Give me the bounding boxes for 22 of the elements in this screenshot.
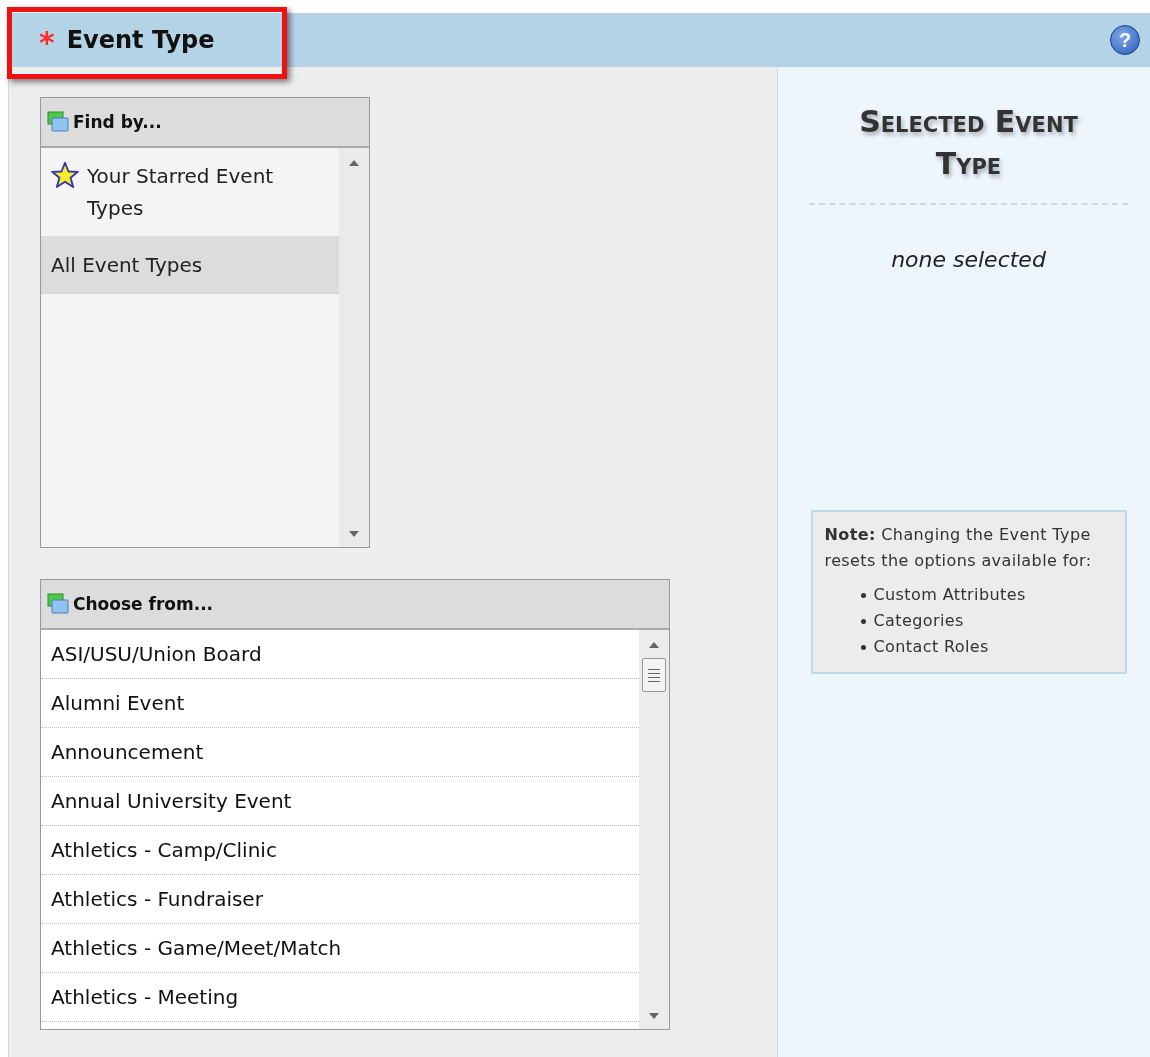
scroll-down-icon[interactable]	[649, 1013, 659, 1019]
scroll-thumb[interactable]	[642, 658, 666, 692]
filter-item[interactable]: All Event Types	[41, 237, 339, 294]
note-item: Custom Attributes	[873, 584, 1026, 606]
note-text: Note: Changing the Event Type resets the options available for:	[824, 524, 1093, 572]
selection-value: none selected	[891, 247, 1046, 272]
bullet-dot	[860, 618, 866, 624]
section-title: Event Type	[66, 26, 215, 54]
star-icon	[51, 161, 79, 189]
panel-title: Choose from...	[73, 594, 214, 614]
bullet-dot	[860, 592, 866, 598]
panel-icon	[47, 111, 69, 133]
scroll-down-icon[interactable]	[349, 531, 359, 537]
bullet-dot	[860, 644, 866, 650]
scroll-up-icon[interactable]	[349, 160, 359, 166]
required-mark: *	[39, 28, 55, 58]
panel-heading: Selected Event Type	[858, 103, 1079, 183]
scroll-up-icon[interactable]	[649, 642, 659, 648]
panel-icon	[47, 593, 69, 615]
panel-title: Find by...	[73, 112, 162, 132]
note-item: Categories	[873, 610, 964, 632]
note-item: Contact Roles	[873, 636, 989, 658]
